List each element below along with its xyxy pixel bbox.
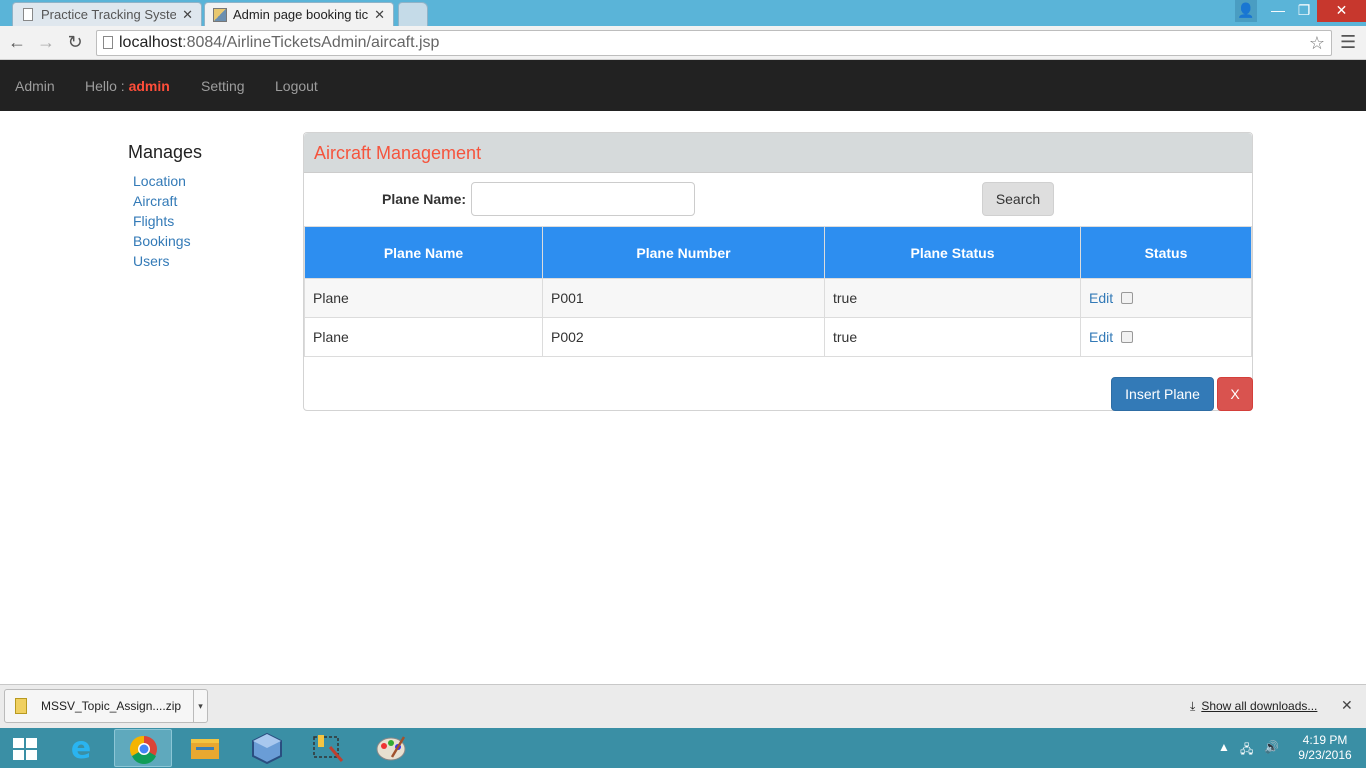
browser-menu-icon[interactable]: ☰ bbox=[1340, 32, 1356, 53]
row-checkbox[interactable] bbox=[1121, 292, 1134, 304]
virtualbox-icon[interactable] bbox=[238, 729, 296, 767]
download-item[interactable]: MSSV_Topic_Assign....zip ▾ bbox=[4, 689, 208, 723]
cell-plane-name: Plane bbox=[304, 278, 543, 318]
cell-status-actions: Edit bbox=[1080, 278, 1252, 318]
download-filename: MSSV_Topic_Assign....zip bbox=[41, 699, 182, 713]
edit-link[interactable]: Edit bbox=[1089, 290, 1113, 306]
sidebar-menu: Location Aircraft Flights Bookings Users bbox=[133, 172, 191, 272]
plane-name-label: Plane Name: bbox=[382, 191, 467, 207]
sidebar-item-bookings[interactable]: Bookings bbox=[133, 232, 191, 252]
address-bar[interactable]: localhost:8084/AirlineTicketsAdmin/airca… bbox=[96, 30, 1332, 56]
download-icon: ⤓ bbox=[1190, 699, 1196, 713]
show-all-downloads-link[interactable]: ⤓ Show all downloads... bbox=[1190, 699, 1317, 714]
internet-explorer-icon[interactable]: e bbox=[52, 729, 110, 767]
table-header-row: Plane Name Plane Number Plane Status Sta… bbox=[304, 226, 1252, 279]
download-options-icon[interactable]: ▾ bbox=[193, 690, 207, 722]
sidebar-item-location[interactable]: Location bbox=[133, 172, 191, 192]
download-shelf: MSSV_Topic_Assign....zip ▾ ⤓ Show all dow… bbox=[0, 684, 1366, 728]
tab-title: Admin page booking ticke bbox=[233, 7, 369, 22]
plane-name-input[interactable] bbox=[471, 182, 695, 216]
cell-plane-number: P002 bbox=[542, 317, 825, 357]
network-icon[interactable]: 🖧 bbox=[1240, 740, 1253, 761]
sidebar-item-flights[interactable]: Flights bbox=[133, 212, 191, 232]
column-header-plane-number: Plane Number bbox=[542, 226, 825, 279]
page-icon bbox=[103, 36, 113, 49]
column-header-plane-name: Plane Name bbox=[304, 226, 543, 279]
browser-tab-strip: Practice Tracking System ✕ Admin page bo… bbox=[0, 0, 1366, 26]
sidebar-item-users[interactable]: Users bbox=[133, 252, 191, 272]
cell-plane-name: Plane bbox=[304, 317, 543, 357]
cell-plane-number: P001 bbox=[542, 278, 825, 318]
tab-close-icon[interactable]: ✕ bbox=[374, 7, 385, 23]
snipping-tool-icon[interactable] bbox=[300, 729, 358, 767]
paint-icon[interactable] bbox=[362, 729, 420, 767]
edit-link[interactable]: Edit bbox=[1089, 329, 1113, 345]
navbar-logout-link[interactable]: Logout bbox=[275, 78, 318, 94]
windows-logo-icon bbox=[13, 738, 37, 760]
windows-taskbar: e ▲ 🖧 🔊 4:19 PM 9/23/2016 bbox=[0, 728, 1366, 768]
volume-icon[interactable]: 🔊 bbox=[1264, 740, 1279, 754]
search-button[interactable]: Search bbox=[982, 182, 1054, 216]
bookmark-star-icon[interactable]: ☆ bbox=[1309, 31, 1325, 55]
clock-time: 4:19 PM bbox=[1302, 733, 1348, 747]
restore-icon[interactable]: ❐ bbox=[1291, 0, 1317, 22]
tab-admin-page[interactable]: Admin page booking ticke ✕ bbox=[204, 2, 394, 26]
aircraft-table: Plane Name Plane Number Plane Status Sta… bbox=[304, 226, 1252, 357]
shelf-close-icon[interactable]: ✕ bbox=[1341, 697, 1353, 714]
tab-title: Practice Tracking System bbox=[41, 7, 177, 22]
tab-practice-tracking[interactable]: Practice Tracking System ✕ bbox=[12, 2, 202, 26]
cell-status-actions: Edit bbox=[1080, 317, 1252, 357]
sidebar-title: Manages bbox=[128, 142, 203, 162]
panel-title: Aircraft Management bbox=[304, 133, 1252, 173]
table-row: Plane P002 true Edit bbox=[304, 317, 1252, 357]
svg-text:e: e bbox=[71, 731, 91, 766]
sidebar-item-aircraft[interactable]: Aircraft bbox=[133, 192, 191, 212]
url-host: localhost bbox=[119, 34, 183, 51]
site-favicon-icon bbox=[213, 7, 227, 22]
column-header-status: Status bbox=[1080, 226, 1252, 279]
url-path: :8084/AirlineTicketsAdmin/aircaft.jsp bbox=[182, 34, 440, 51]
file-explorer-icon[interactable] bbox=[176, 729, 234, 767]
insert-plane-button[interactable]: Insert Plane bbox=[1111, 377, 1214, 411]
system-clock[interactable]: 4:19 PM 9/23/2016 bbox=[1290, 733, 1360, 763]
aircraft-management-panel: Aircraft Management Plane Name: Search P… bbox=[303, 132, 1253, 411]
close-button[interactable]: X bbox=[1217, 377, 1253, 411]
app-navbar: Admin Hello : admin Setting Logout bbox=[0, 60, 1366, 111]
forward-arrow-icon[interactable]: → bbox=[35, 32, 57, 54]
chrome-icon[interactable] bbox=[114, 729, 172, 767]
column-header-plane-status: Plane Status bbox=[824, 226, 1081, 279]
document-icon bbox=[23, 8, 33, 21]
navbar-greeting: Hello : admin bbox=[85, 78, 170, 94]
zip-file-icon bbox=[15, 698, 27, 714]
back-arrow-icon[interactable]: ← bbox=[6, 32, 28, 54]
reload-icon[interactable]: ↻ bbox=[64, 32, 86, 54]
show-all-label: Show all downloads... bbox=[1201, 699, 1318, 713]
navbar-setting-link[interactable]: Setting bbox=[201, 78, 245, 94]
cell-plane-status: true bbox=[824, 278, 1081, 318]
minimize-icon[interactable]: — bbox=[1265, 0, 1291, 22]
new-tab-button[interactable] bbox=[398, 2, 428, 26]
browser-toolbar: ← → ↻ localhost:8084/AirlineTicketsAdmin… bbox=[0, 26, 1366, 60]
user-profile-icon[interactable]: 👤 bbox=[1235, 0, 1257, 22]
clock-date: 9/23/2016 bbox=[1298, 748, 1352, 762]
table-row: Plane P001 true Edit bbox=[304, 278, 1252, 318]
start-button[interactable] bbox=[0, 729, 52, 767]
cell-plane-status: true bbox=[824, 317, 1081, 357]
navbar-brand[interactable]: Admin bbox=[15, 78, 55, 94]
window-close-icon[interactable]: ✕ bbox=[1317, 0, 1366, 22]
tray-expand-icon[interactable]: ▲ bbox=[1218, 740, 1230, 754]
row-checkbox[interactable] bbox=[1121, 331, 1134, 343]
username: admin bbox=[128, 78, 170, 94]
hello-label: Hello : bbox=[85, 78, 125, 94]
tab-close-icon[interactable]: ✕ bbox=[182, 7, 193, 23]
